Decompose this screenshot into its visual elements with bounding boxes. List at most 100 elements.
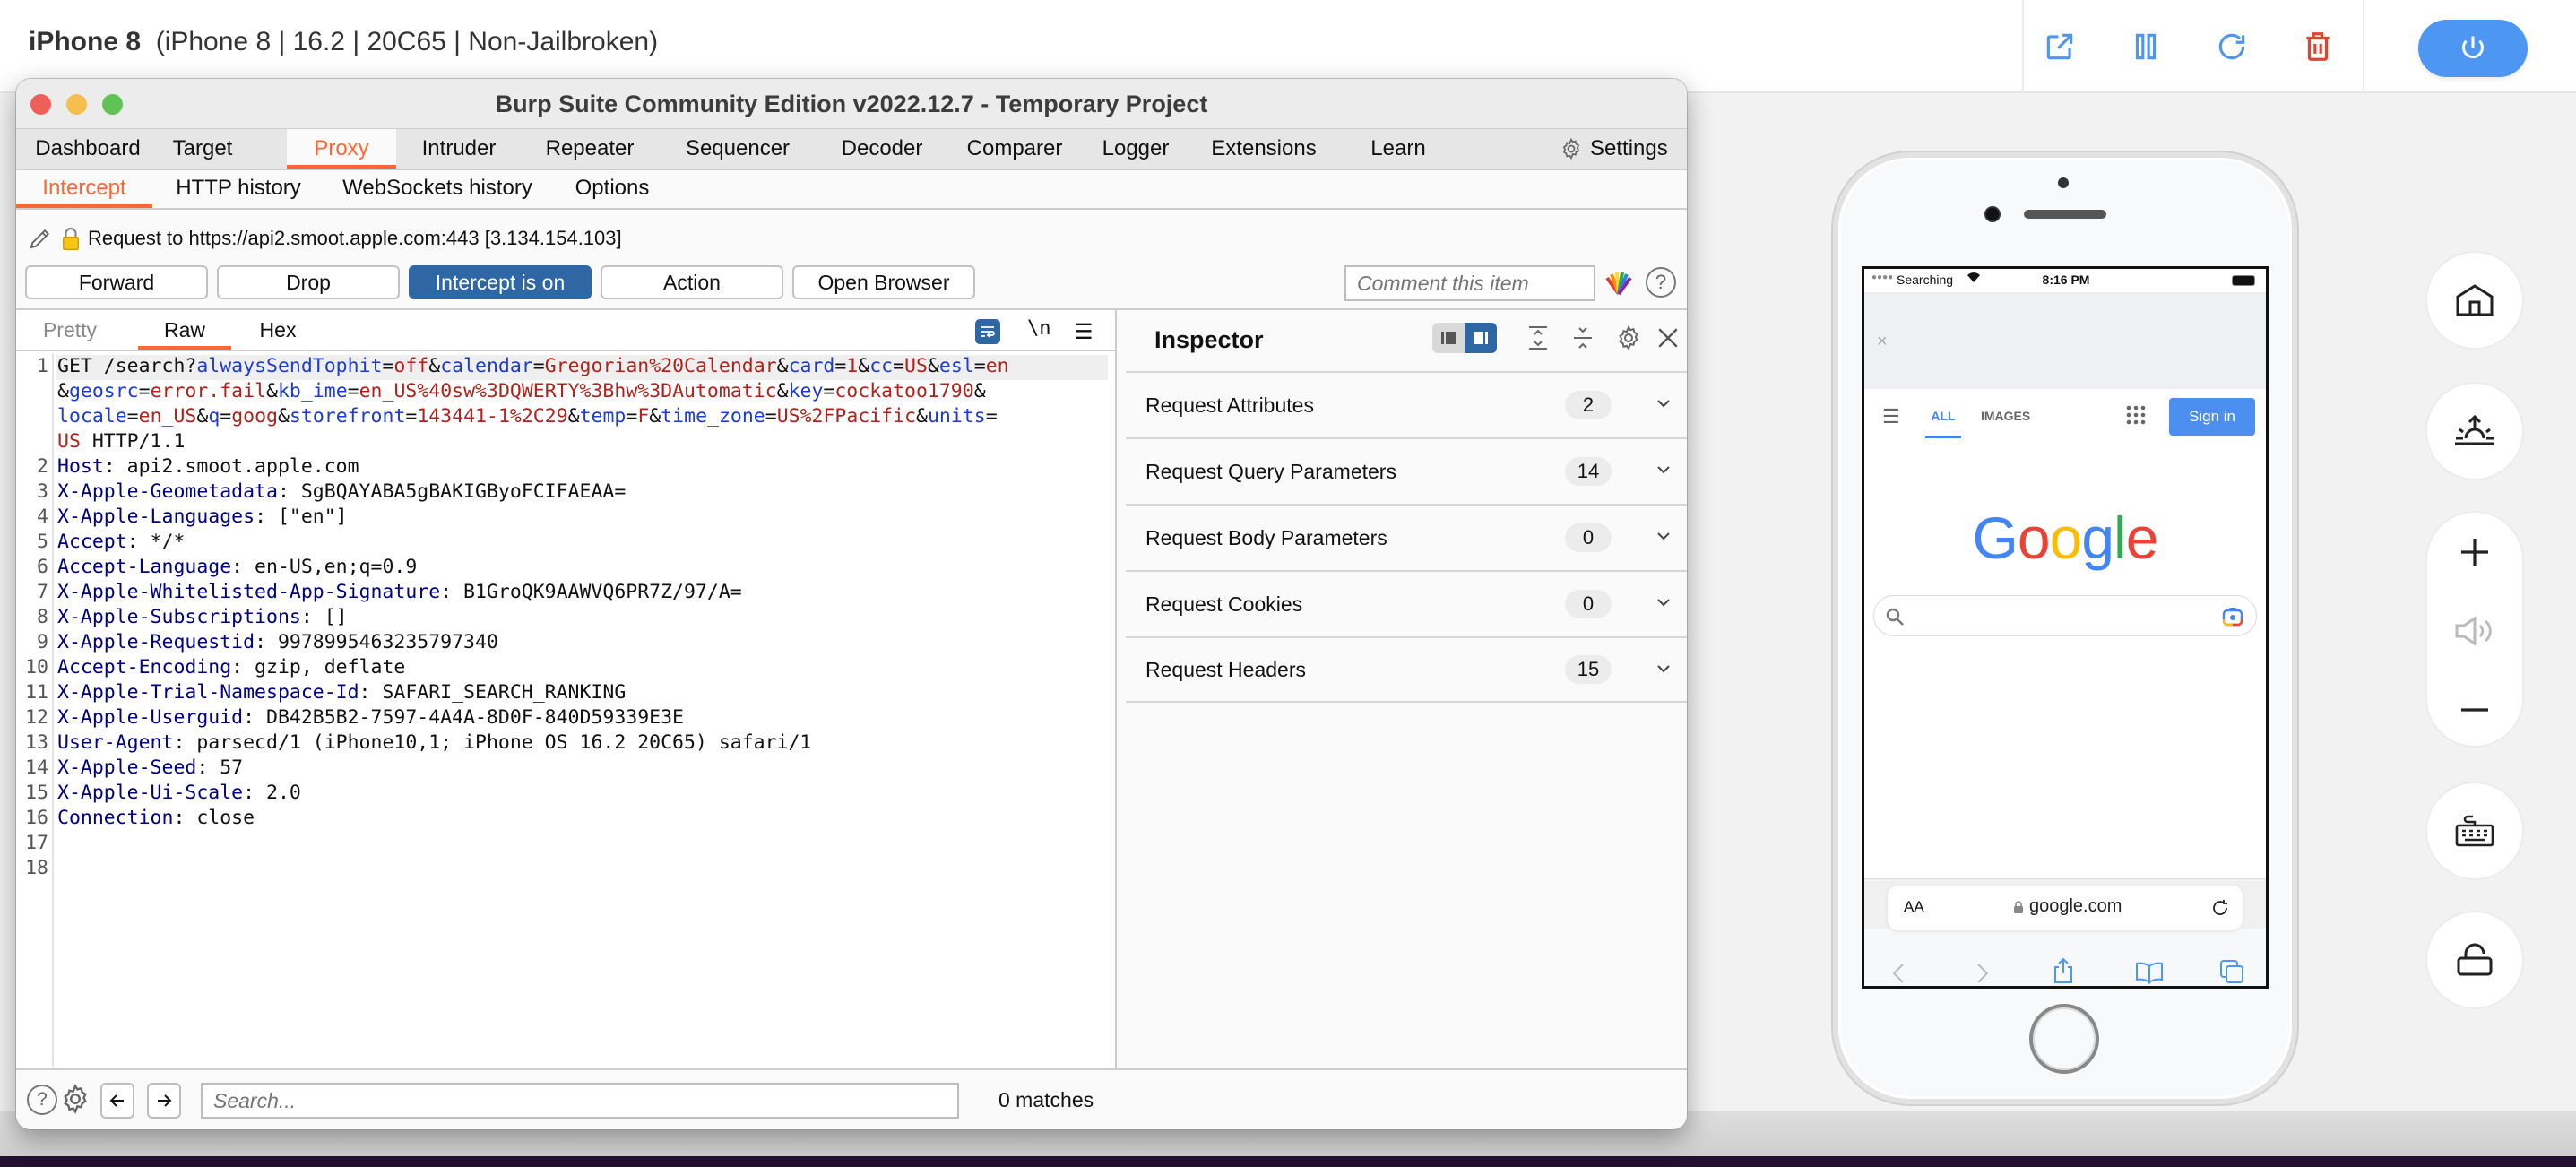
search-input[interactable]: [201, 1083, 959, 1119]
tab-options[interactable]: Options: [565, 170, 660, 208]
search-settings-icon[interactable]: [59, 1083, 91, 1119]
bookmarks-icon[interactable]: [2135, 961, 2164, 984]
layout-panel-icon[interactable]: [1465, 323, 1497, 353]
home-control-button[interactable]: [2425, 251, 2524, 350]
next-match-button[interactable]: [147, 1083, 181, 1119]
trash-icon[interactable]: [2298, 27, 2338, 66]
refresh-icon[interactable]: [2212, 27, 2252, 66]
tab-proxy[interactable]: Proxy: [287, 129, 396, 169]
code-token: 143441-1%2C29: [417, 405, 568, 428]
show-newlines-toggle[interactable]: \n: [1027, 317, 1051, 340]
zoom-window-button[interactable]: [102, 94, 123, 115]
collapse-all-icon[interactable]: [1570, 324, 1595, 356]
tab-raw[interactable]: Raw: [138, 310, 231, 350]
code-token: =: [823, 380, 835, 402]
pause-icon[interactable]: [2126, 27, 2165, 66]
tab-intercept[interactable]: Intercept: [16, 170, 152, 208]
layout-toggle[interactable]: [1432, 323, 1497, 353]
section-count: 0: [1565, 590, 1612, 618]
tab-websockets-history[interactable]: WebSockets history: [337, 170, 538, 208]
help-icon[interactable]: ?: [27, 1085, 57, 1115]
tab-target[interactable]: Target: [151, 129, 255, 169]
settings-label: Settings: [1590, 136, 1668, 160]
tab-http-history[interactable]: HTTP history: [167, 170, 310, 208]
tab-dashboard[interactable]: Dashboard: [27, 129, 149, 169]
close-inspector-icon[interactable]: [1656, 326, 1680, 354]
tab-repeater[interactable]: Repeater: [532, 129, 647, 169]
google-logo-letter: o: [2017, 505, 2051, 571]
tab-learn[interactable]: Learn: [1361, 129, 1436, 169]
settings-button[interactable]: Settings: [1560, 129, 1685, 169]
code-area[interactable]: 1 2 3 4 5 6 7 8 9 10 11 12 13 14 15 16 17 18 GET /search?…: [16, 353, 1115, 1067]
help-icon[interactable]: ?: [1646, 267, 1676, 298]
open-browser-button[interactable]: Open Browser: [792, 265, 975, 299]
code-token: : SAFARI_SEARCH_RANKING: [359, 681, 627, 704]
header-divider: [2363, 0, 2364, 93]
line-number: 11: [25, 681, 48, 704]
screenshot-control-button[interactable]: [2425, 382, 2524, 480]
tab-intruder[interactable]: Intruder: [405, 129, 513, 169]
carrier-label: Searching: [1897, 272, 1954, 287]
apps-grid-icon[interactable]: [2126, 405, 2146, 429]
google-lens-icon[interactable]: [2222, 607, 2243, 627]
power-button[interactable]: [2418, 20, 2528, 77]
inspector-section-cookies[interactable]: Request Cookies 0: [1126, 570, 1687, 636]
forward-icon[interactable]: [1975, 963, 1990, 984]
forward-button[interactable]: Forward: [25, 265, 208, 299]
edit-pencil-icon[interactable]: [27, 225, 54, 252]
keyboard-control-button[interactable]: [2425, 782, 2524, 880]
close-banner-icon[interactable]: ×: [1877, 332, 1888, 352]
tab-logger[interactable]: Logger: [1094, 129, 1178, 169]
tab-sequencer[interactable]: Sequencer: [670, 129, 805, 169]
tab-extensions[interactable]: Extensions: [1197, 129, 1330, 169]
plus-icon: [2461, 539, 2488, 566]
inspector-section-body-parameters[interactable]: Request Body Parameters 0: [1126, 504, 1687, 570]
expand-all-icon[interactable]: [1526, 324, 1551, 356]
safari-address-bar[interactable]: AA google.com: [1888, 886, 2243, 930]
action-button[interactable]: Action: [601, 265, 783, 299]
volume-up-button[interactable]: [2427, 513, 2522, 592]
tab-images[interactable]: IMAGES: [1981, 409, 2030, 423]
google-search-box[interactable]: [1873, 595, 2257, 636]
drop-button[interactable]: Drop: [217, 265, 400, 299]
tab-hex[interactable]: Hex: [251, 310, 305, 350]
reload-icon[interactable]: [2210, 898, 2230, 918]
inspector-section-query-parameters[interactable]: Request Query Parameters 14: [1126, 437, 1687, 504]
external-link-icon[interactable]: [2040, 27, 2079, 66]
google-logo-letter: G: [1972, 505, 2018, 571]
back-icon[interactable]: [1891, 963, 1906, 984]
unlock-control-button[interactable]: [2425, 911, 2524, 1009]
layout-side-icon[interactable]: [1432, 323, 1465, 353]
hamburger-menu-icon[interactable]: ☰: [1074, 319, 1094, 345]
code-token: X-Apple-Requestid: [57, 631, 255, 653]
tab-comparer[interactable]: Comparer: [959, 129, 1070, 169]
tab-all[interactable]: ALL: [1925, 409, 1961, 438]
title-bar: Burp Suite Community Edition v2022.12.7 …: [16, 79, 1687, 129]
google-logo-letter: e: [2125, 505, 2159, 571]
comment-input[interactable]: [1344, 265, 1595, 301]
url-display[interactable]: google.com: [2013, 896, 2122, 917]
highlight-color-icon[interactable]: [1604, 269, 1633, 298]
share-icon[interactable]: [2053, 957, 2074, 984]
request-info: Request to https://api2.smoot.apple.com:…: [27, 222, 622, 255]
inspector-section-request-attributes[interactable]: Request Attributes 2: [1126, 371, 1687, 437]
request-editor: Pretty Raw Hex \n ☰ 1 2 3 4 5 6 7 8 9 10 11 12 13 14 1…: [16, 310, 1117, 1068]
sign-in-button[interactable]: Sign in: [2169, 398, 2255, 436]
wrap-lines-icon[interactable]: [975, 319, 1000, 344]
reader-text-size-button[interactable]: AA: [1904, 898, 1924, 916]
menu-icon[interactable]: ☰: [1882, 405, 1900, 428]
volume-down-button[interactable]: [2427, 670, 2522, 749]
code-token: US: [904, 355, 928, 377]
inspector-section-headers[interactable]: Request Headers 15: [1126, 636, 1687, 703]
intercept-toggle-button[interactable]: Intercept is on: [409, 265, 592, 299]
inspector-settings-icon[interactable]: [1615, 324, 1642, 356]
home-button[interactable]: [2029, 1004, 2099, 1074]
search-icon: [1886, 608, 1904, 626]
tabs-icon[interactable]: [2219, 959, 2244, 984]
previous-match-button[interactable]: [100, 1083, 134, 1119]
close-window-button[interactable]: [30, 94, 51, 115]
minimize-window-button[interactable]: [66, 94, 87, 115]
tab-decoder[interactable]: Decoder: [832, 129, 932, 169]
tab-pretty[interactable]: Pretty: [36, 310, 104, 350]
header-line: X-Apple-Geometadata: SgBQAYABA5gBAKIGByo…: [57, 480, 626, 503]
